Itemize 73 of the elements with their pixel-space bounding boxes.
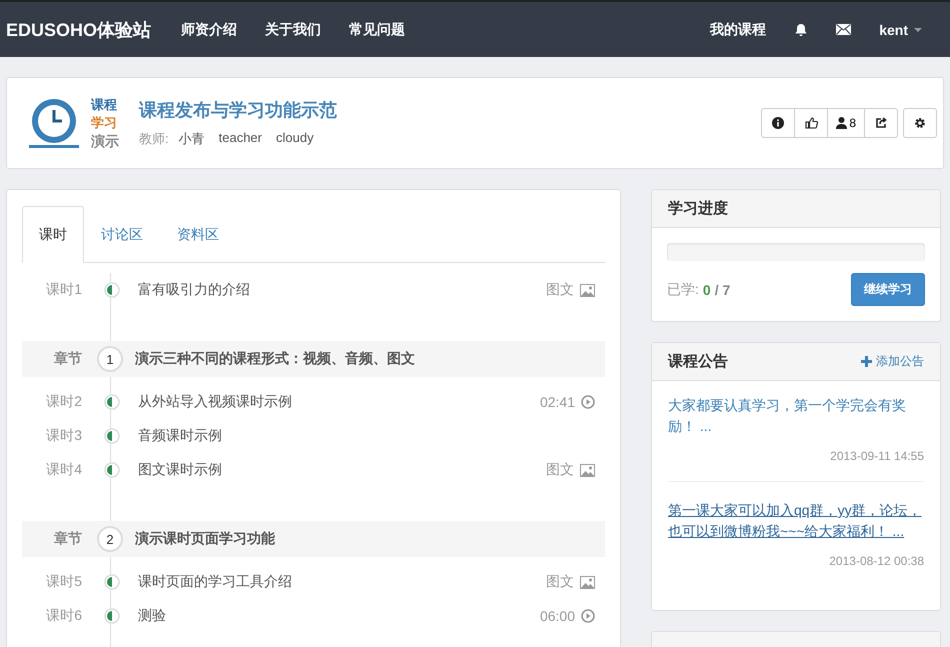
bell-icon[interactable]: [794, 22, 808, 36]
tab[interactable]: 课时: [22, 206, 84, 263]
lesson-link[interactable]: 课时页面的学习工具介绍: [138, 573, 292, 591]
teacher-link[interactable]: teacher: [218, 130, 262, 148]
lesson-type: 06:00: [540, 608, 575, 624]
chapter-label: 章节: [53, 530, 82, 548]
nav-link[interactable]: 常见问题: [335, 20, 420, 38]
logo-text: 学习: [91, 114, 118, 132]
lesson-number: 课时3: [45, 427, 82, 445]
announcement-link[interactable]: 大家都要认真学习，第一个学完会有奖励！ ...: [668, 395, 924, 437]
chapter-label: 章节: [53, 350, 82, 368]
play-icon: [581, 395, 595, 409]
learned-label: 已学:: [667, 280, 699, 298]
lesson-link[interactable]: 音频课时示例: [138, 427, 222, 445]
chapter-row[interactable]: 章节 2 演示课时页面学习功能: [22, 521, 605, 557]
lesson-number: 课时2: [45, 393, 82, 411]
settings-icon: [914, 117, 926, 129]
share-icon: [875, 117, 887, 129]
info-button[interactable]: [761, 108, 796, 138]
envelope-icon[interactable]: [836, 24, 852, 35]
lesson-number: 课时5: [45, 573, 82, 591]
lesson-link[interactable]: 测验: [138, 607, 166, 625]
chapter-title: 演示三种不同的课程形式：视频、音频、图文: [135, 350, 415, 368]
person-icon: [836, 117, 848, 129]
chapter-index: 1: [97, 346, 123, 372]
info-icon: [772, 117, 784, 129]
announcement-date: 2013-09-11 14:55: [830, 449, 924, 463]
logo-text: 课程: [91, 96, 118, 114]
image-icon: [580, 284, 595, 296]
clock-icon: [27, 97, 81, 149]
lesson-number: 课时6: [45, 607, 82, 625]
teacher-link[interactable]: cloudy: [276, 130, 314, 148]
image-icon: [580, 464, 595, 476]
teacher-link[interactable]: 小青: [178, 130, 205, 148]
lesson-link[interactable]: 富有吸引力的介绍: [138, 281, 250, 299]
lesson-type: 图文: [546, 281, 574, 299]
image-icon: [580, 576, 595, 588]
thumbs-up-icon: [804, 117, 818, 129]
caret-icon: [914, 28, 922, 32]
lesson-type: 图文: [546, 461, 574, 479]
total-count: / 7: [714, 282, 730, 298]
announcement-link[interactable]: 第一课大家可以加入qq群，yy群，论坛，也可以到微博粉我~~~给大家福利！ ...: [668, 500, 924, 542]
lesson-number: 课时1: [45, 281, 82, 299]
user-menu[interactable]: kent: [865, 22, 936, 38]
chapter-title: 演示课时页面学习功能: [135, 530, 275, 548]
nav-link[interactable]: 关于我们: [251, 20, 336, 38]
lesson-link[interactable]: 图文课时示例: [138, 461, 222, 479]
lesson-type: 02:41: [540, 394, 575, 410]
members-button[interactable]: 8: [827, 108, 865, 138]
teacher-label: 教师:: [139, 130, 169, 148]
tab[interactable]: 资料区: [160, 206, 236, 263]
site-brand[interactable]: EDUSOHO体验站: [6, 18, 152, 42]
lesson-number: 课时4: [45, 461, 82, 479]
plus-icon: [861, 356, 872, 367]
chapter-index: 2: [97, 526, 123, 552]
announcement-date: 2013-08-12 00:38: [829, 554, 924, 568]
play-icon: [581, 609, 595, 623]
continue-button[interactable]: 继续学习: [851, 273, 925, 306]
panel-title: 学习进度: [668, 199, 728, 218]
learned-count: 0: [702, 282, 711, 298]
panel-title: 课程公告: [668, 352, 728, 371]
settings-button[interactable]: [903, 108, 937, 138]
nav-link[interactable]: 我的课程: [696, 20, 780, 38]
lesson-type: 图文: [546, 573, 574, 591]
like-button[interactable]: [794, 108, 828, 138]
course-title: 课程发布与学习功能示范: [139, 99, 337, 122]
chapter-row[interactable]: 章节 1 演示三种不同的课程形式：视频、音频、图文: [22, 341, 605, 377]
logo-text: 演示: [91, 132, 119, 150]
share-button[interactable]: [864, 108, 898, 138]
nav-link[interactable]: 师资介绍: [167, 20, 252, 38]
lesson-link[interactable]: 从外站导入视频课时示例: [138, 393, 292, 411]
add-announcement-link[interactable]: 添加公告: [861, 353, 924, 370]
tab[interactable]: 讨论区: [84, 206, 160, 263]
